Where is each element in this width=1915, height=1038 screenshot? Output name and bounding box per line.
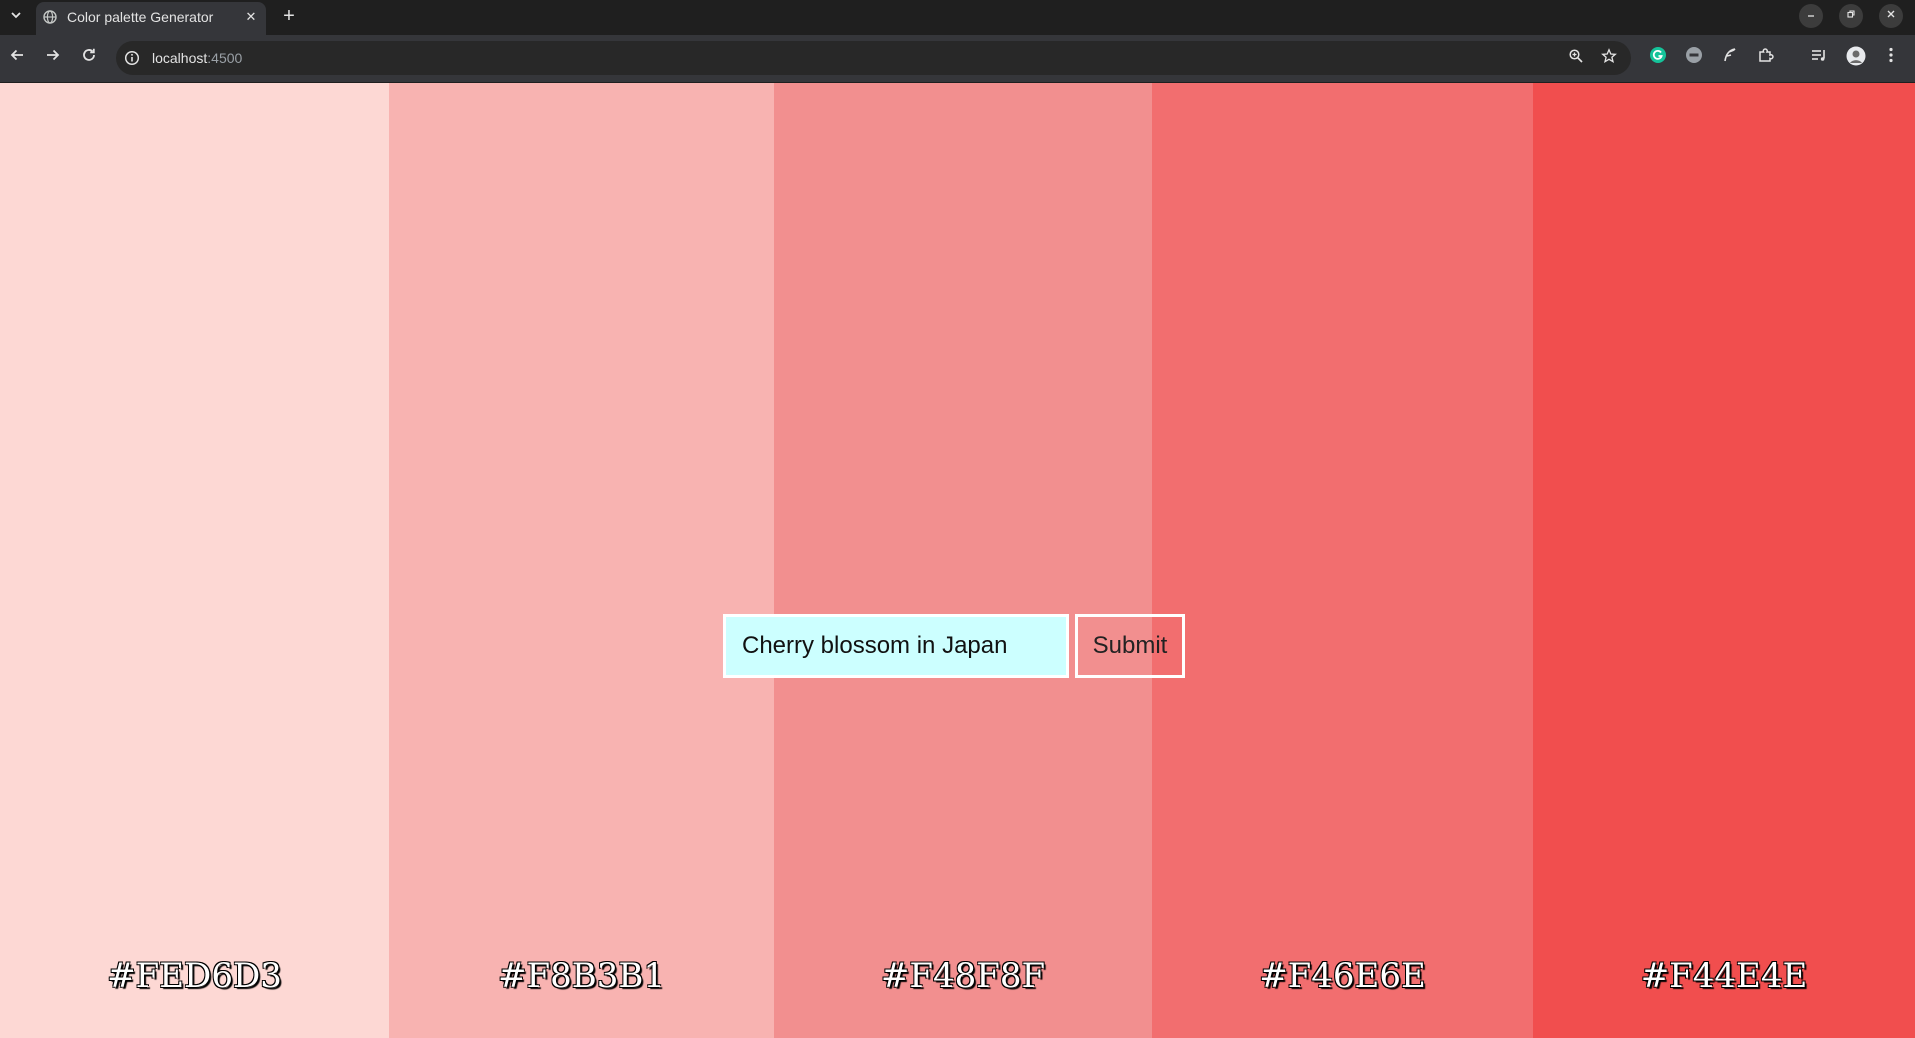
hex-label: #FED6D3 xyxy=(107,956,282,996)
feather-extension-icon[interactable] xyxy=(1719,46,1741,68)
palette-page: #FED6D3 #F8B3B1 #F48F8F #F46E6E #F44E4E … xyxy=(0,83,1915,1038)
prompt-input[interactable] xyxy=(723,614,1069,678)
color-swatch[interactable]: #F48F8F xyxy=(774,83,1152,1038)
url-host: localhost xyxy=(152,50,208,66)
address-bar[interactable]: localhost:4500 xyxy=(116,41,1631,75)
hex-label: #F46E6E xyxy=(1259,956,1426,996)
color-swatch[interactable]: #F44E4E xyxy=(1533,83,1915,1038)
hex-label: #F48F8F xyxy=(880,956,1046,996)
restore-icon[interactable] xyxy=(1839,4,1863,28)
new-tab-button[interactable]: + xyxy=(277,4,301,28)
tab-title: Color palette Generator xyxy=(67,9,214,25)
submit-button[interactable]: Submit xyxy=(1075,614,1185,678)
media-controls-icon[interactable] xyxy=(1808,46,1830,68)
info-icon[interactable] xyxy=(124,50,140,66)
profile-avatar-icon[interactable] xyxy=(1845,46,1867,68)
hex-label: #F8B3B1 xyxy=(498,956,665,996)
tab-search-icon[interactable] xyxy=(4,5,28,29)
color-swatch[interactable]: #FED6D3 xyxy=(0,83,389,1038)
globe-icon xyxy=(43,10,57,24)
url-port: :4500 xyxy=(207,50,243,66)
tab-strip: Color palette Generator ✕ + xyxy=(0,0,1915,35)
zoom-icon[interactable] xyxy=(1566,48,1586,68)
adblock-extension-icon[interactable] xyxy=(1683,46,1705,68)
puzzle-extensions-icon[interactable] xyxy=(1755,46,1777,68)
close-window-icon[interactable] xyxy=(1879,4,1903,28)
forward-arrow-icon[interactable] xyxy=(40,45,66,71)
browser-toolbar: localhost:4500 xyxy=(0,35,1915,83)
grammarly-extension-icon[interactable] xyxy=(1647,46,1669,68)
close-tab-icon[interactable]: ✕ xyxy=(242,8,260,26)
color-swatch[interactable]: #F8B3B1 xyxy=(389,83,774,1038)
color-swatch[interactable]: #F46E6E xyxy=(1152,83,1533,1038)
menu-kebab-icon[interactable] xyxy=(1880,46,1902,68)
url-text[interactable]: localhost:4500 xyxy=(152,41,242,75)
minimize-icon[interactable] xyxy=(1799,4,1823,28)
star-icon[interactable] xyxy=(1599,48,1619,68)
reload-icon[interactable] xyxy=(76,45,102,71)
hex-label: #F44E4E xyxy=(1640,956,1808,996)
browser-window: Color palette Generator ✕ + localhost:45… xyxy=(0,0,1915,1038)
active-tab[interactable]: Color palette Generator ✕ xyxy=(36,2,266,35)
back-arrow-icon[interactable] xyxy=(4,45,30,71)
